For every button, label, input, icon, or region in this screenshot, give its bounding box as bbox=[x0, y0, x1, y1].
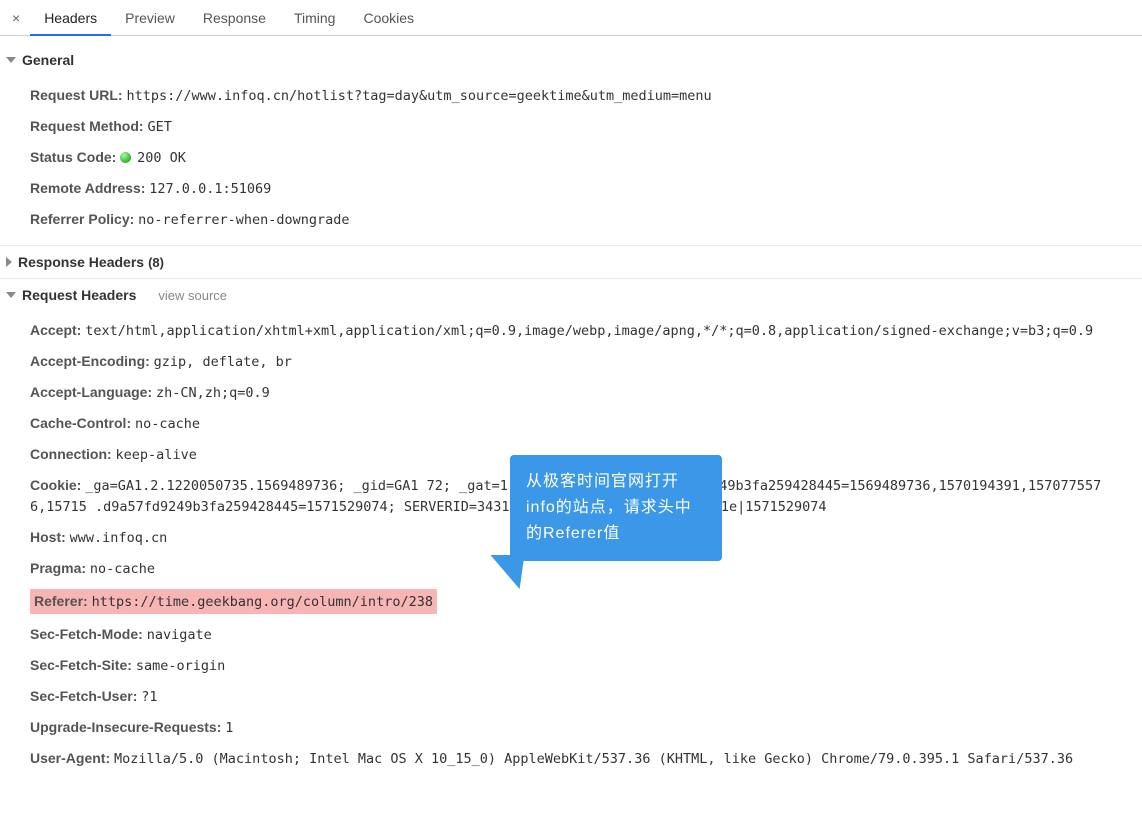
cache-control-label: Cache-Control: bbox=[30, 415, 131, 431]
request-url-row: Request URL: https://www.infoq.cn/hotlis… bbox=[30, 80, 1112, 111]
sec-fetch-user-row: Sec-Fetch-User: ?1 bbox=[30, 681, 1112, 712]
annotation-tail-icon bbox=[486, 555, 525, 589]
devtools-tabs: × Headers Preview Response Timing Cookie… bbox=[0, 0, 1142, 36]
sec-fetch-mode-value: navigate bbox=[147, 627, 212, 643]
referrer-policy-value: no-referrer-when-downgrade bbox=[138, 212, 349, 228]
cookie-label: Cookie: bbox=[30, 477, 81, 493]
remote-address-row: Remote Address: 127.0.0.1:51069 bbox=[30, 173, 1112, 204]
request-method-label: Request Method: bbox=[30, 118, 144, 134]
section-request-headers-title: Request Headers bbox=[22, 287, 136, 303]
referer-value: https://time.geekbang.org/column/intro/2… bbox=[92, 594, 433, 610]
referer-highlight: Referer: https://time.geekbang.org/colum… bbox=[30, 589, 437, 614]
tab-response[interactable]: Response bbox=[189, 0, 280, 36]
cache-control-row: Cache-Control: no-cache bbox=[30, 408, 1112, 439]
accept-encoding-label: Accept-Encoding: bbox=[30, 353, 150, 369]
upgrade-insecure-value: 1 bbox=[225, 720, 233, 736]
section-response-headers-title: Response Headers bbox=[18, 254, 144, 270]
accept-language-value: zh-CN,zh;q=0.9 bbox=[156, 385, 270, 401]
section-request-headers-header[interactable]: Request Headers view source bbox=[0, 278, 1142, 311]
request-url-value: https://www.infoq.cn/hotlist?tag=day&utm… bbox=[126, 88, 711, 104]
status-code-row: Status Code: 200 OK bbox=[30, 142, 1112, 173]
accept-language-row: Accept-Language: zh-CN,zh;q=0.9 bbox=[30, 377, 1112, 408]
sec-fetch-user-value: ?1 bbox=[141, 689, 157, 705]
view-source-link[interactable]: view source bbox=[158, 288, 227, 303]
accept-label: Accept: bbox=[30, 322, 81, 338]
accept-language-label: Accept-Language: bbox=[30, 384, 152, 400]
sec-fetch-site-value: same-origin bbox=[136, 658, 225, 674]
accept-value: text/html,application/xhtml+xml,applicat… bbox=[85, 323, 1093, 339]
connection-value: keep-alive bbox=[116, 447, 197, 463]
sec-fetch-site-row: Sec-Fetch-Site: same-origin bbox=[30, 650, 1112, 681]
tab-cookies[interactable]: Cookies bbox=[349, 0, 428, 36]
accept-row: Accept: text/html,application/xhtml+xml,… bbox=[30, 315, 1112, 346]
user-agent-value: Mozilla/5.0 (Macintosh; Intel Mac OS X 1… bbox=[114, 751, 1073, 767]
annotation-bubble: 从极客时间官网打开info的站点，请求头中的Referer值 bbox=[510, 455, 722, 561]
status-code-value: 200 OK bbox=[137, 150, 186, 166]
request-url-label: Request URL: bbox=[30, 87, 123, 103]
referrer-policy-row: Referrer Policy: no-referrer-when-downgr… bbox=[30, 204, 1112, 235]
chevron-down-icon bbox=[6, 57, 16, 63]
host-label: Host: bbox=[30, 529, 66, 545]
tab-preview[interactable]: Preview bbox=[111, 0, 189, 36]
referer-row: Referer: https://time.geekbang.org/colum… bbox=[30, 584, 1112, 619]
status-code-label: Status Code: bbox=[30, 149, 116, 165]
sec-fetch-mode-row: Sec-Fetch-Mode: navigate bbox=[30, 619, 1112, 650]
accept-encoding-row: Accept-Encoding: gzip, deflate, br bbox=[30, 346, 1112, 377]
accept-encoding-value: gzip, deflate, br bbox=[154, 354, 292, 370]
user-agent-row: User-Agent: Mozilla/5.0 (Macintosh; Inte… bbox=[30, 743, 1112, 774]
remote-address-value: 127.0.0.1:51069 bbox=[149, 181, 271, 197]
tab-timing[interactable]: Timing bbox=[280, 0, 350, 36]
upgrade-insecure-row: Upgrade-Insecure-Requests: 1 bbox=[30, 712, 1112, 743]
cache-control-value: no-cache bbox=[135, 416, 200, 432]
section-response-headers-header[interactable]: Response Headers (8) bbox=[0, 245, 1142, 278]
status-dot-icon bbox=[120, 152, 131, 163]
section-general-title: General bbox=[22, 52, 74, 68]
sec-fetch-user-label: Sec-Fetch-User: bbox=[30, 688, 137, 704]
annotation-callout: 从极客时间官网打开info的站点，请求头中的Referer值 bbox=[510, 455, 722, 561]
host-value: www.infoq.cn bbox=[70, 530, 168, 546]
close-icon[interactable]: × bbox=[2, 10, 30, 26]
headers-panel: General Request URL: https://www.infoq.c… bbox=[0, 36, 1142, 792]
sec-fetch-site-label: Sec-Fetch-Site: bbox=[30, 657, 132, 673]
remote-address-label: Remote Address: bbox=[30, 180, 145, 196]
connection-label: Connection: bbox=[30, 446, 112, 462]
response-headers-count: (8) bbox=[148, 255, 164, 270]
user-agent-label: User-Agent: bbox=[30, 750, 110, 766]
referer-label: Referer: bbox=[34, 593, 88, 609]
general-block: Request URL: https://www.infoq.cn/hotlis… bbox=[0, 76, 1142, 245]
request-method-row: Request Method: GET bbox=[30, 111, 1112, 142]
chevron-down-icon bbox=[6, 292, 16, 298]
annotation-text: 从极客时间官网打开info的站点，请求头中的Referer值 bbox=[526, 473, 692, 542]
tab-headers[interactable]: Headers bbox=[30, 0, 111, 36]
referrer-policy-label: Referrer Policy: bbox=[30, 211, 134, 227]
pragma-label: Pragma: bbox=[30, 560, 86, 576]
chevron-right-icon bbox=[6, 257, 12, 267]
sec-fetch-mode-label: Sec-Fetch-Mode: bbox=[30, 626, 143, 642]
upgrade-insecure-label: Upgrade-Insecure-Requests: bbox=[30, 719, 221, 735]
request-method-value: GET bbox=[147, 119, 171, 135]
section-general-header[interactable]: General bbox=[0, 44, 1142, 76]
pragma-value: no-cache bbox=[90, 561, 155, 577]
